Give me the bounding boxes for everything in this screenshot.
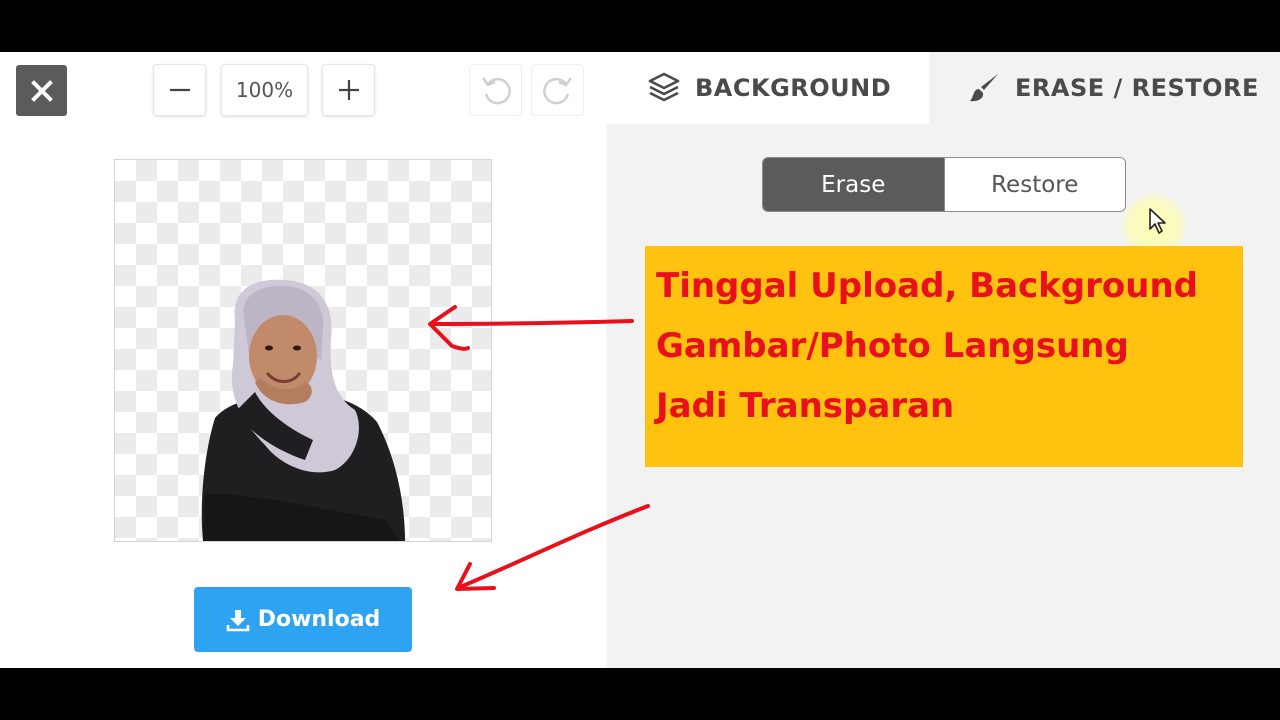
- download-button[interactable]: Download: [194, 587, 412, 652]
- redo-icon: [542, 77, 572, 105]
- annotation-line: Tinggal Upload, Background: [656, 266, 1198, 306]
- minus-icon: [169, 88, 190, 92]
- editor-window: 100% BACKGROUND ERASE / RESTORE Download…: [0, 52, 1280, 668]
- tab-erase-restore-label: ERASE / RESTORE: [1015, 74, 1259, 102]
- restore-option[interactable]: Restore: [943, 158, 1125, 211]
- annotation-line: Jadi Transparan: [656, 386, 955, 426]
- tab-background[interactable]: BACKGROUND: [607, 52, 929, 124]
- close-icon: [30, 79, 53, 102]
- annotation-callout: Tinggal Upload, Background Gambar/Photo …: [645, 246, 1243, 467]
- mouse-pointer-icon: [1149, 208, 1166, 234]
- layers-icon: [648, 72, 680, 102]
- plus-icon: [338, 80, 359, 100]
- redo-button[interactable]: [531, 64, 584, 116]
- subject-photo: [201, 279, 405, 541]
- image-canvas[interactable]: [114, 159, 492, 542]
- tab-background-label: BACKGROUND: [695, 74, 892, 102]
- erase-option[interactable]: Erase: [763, 158, 944, 211]
- brush-icon: [970, 74, 998, 102]
- annotation-line: Gambar/Photo Langsung: [656, 326, 1129, 366]
- zoom-level-text: 100%: [235, 78, 294, 102]
- zoom-out-button[interactable]: [153, 64, 206, 116]
- mode-toggle: Erase Restore: [762, 157, 1126, 212]
- tab-erase-restore[interactable]: ERASE / RESTORE: [929, 52, 1280, 124]
- undo-icon: [481, 77, 511, 105]
- download-icon: [226, 609, 249, 631]
- zoom-level-display[interactable]: 100%: [221, 64, 308, 116]
- undo-button[interactable]: [469, 64, 522, 116]
- zoom-in-button[interactable]: [322, 64, 375, 116]
- download-button-label: Download: [257, 607, 381, 632]
- close-button[interactable]: [16, 65, 67, 116]
